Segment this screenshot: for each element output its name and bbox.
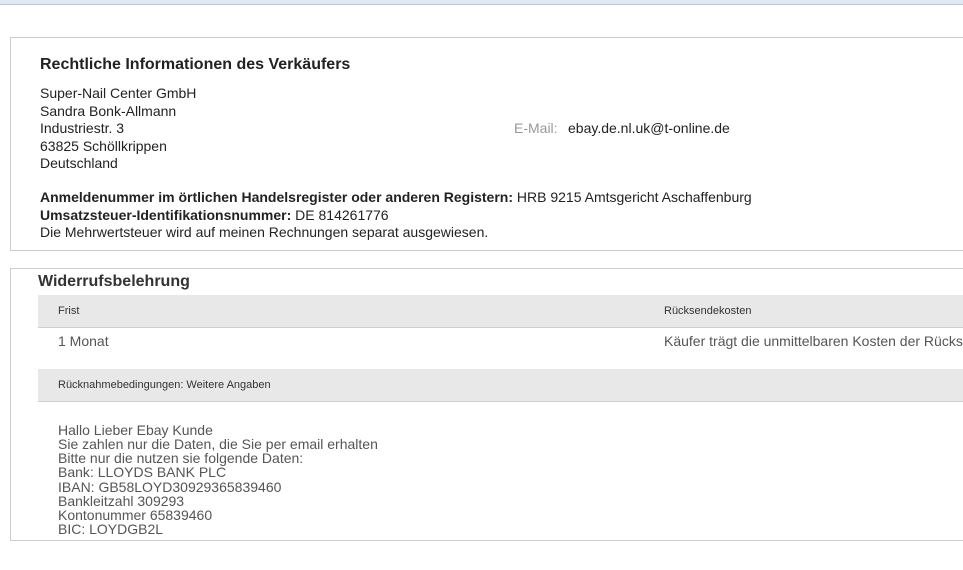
street-address: Industriestr. 3 bbox=[40, 120, 125, 136]
withdrawal-policy-panel: Widerrufsbelehrung Frist Rücksendekosten… bbox=[10, 268, 963, 541]
vat-note: Die Mehrwertsteuer wird auf meinen Rechn… bbox=[40, 224, 489, 240]
info-line: BIC: LOYDGB2L bbox=[58, 521, 164, 537]
company-name: Super-Nail Center GmbH bbox=[40, 85, 197, 101]
contact-person: Sandra Bonk-Allmann bbox=[40, 103, 177, 119]
email-value[interactable]: ebay.de.nl.uk@t-online.de bbox=[568, 120, 730, 136]
info-line: Bitte nur die nutzen sie folgende Daten: bbox=[58, 450, 304, 466]
info-line: Sie zahlen nur die Daten, die Sie per em… bbox=[58, 436, 378, 452]
info-line: Bank: LLOYDS BANK PLC bbox=[58, 464, 227, 480]
return-conditions-title: Rücknahmebedingungen: Weitere Angaben bbox=[58, 379, 271, 391]
policy-table-header: Frist Rücksendekosten bbox=[38, 295, 963, 328]
column-header-return-costs: Rücksendekosten bbox=[664, 305, 752, 317]
legal-info-title: Rechtliche Informationen des Verkäufers bbox=[40, 56, 351, 73]
info-line: Hallo Lieber Ebay Kunde bbox=[58, 422, 213, 438]
info-line: Bankleitzahl 309293 bbox=[58, 493, 185, 509]
deadline-value: 1 Monat bbox=[58, 333, 109, 349]
register-line: Anmeldenummer im örtlichen Handelsregist… bbox=[40, 189, 752, 205]
postal-city: 63825 Schöllkrippen bbox=[40, 138, 167, 154]
vat-id-line: Umsatzsteuer-Identifikationsnummer: DE 8… bbox=[40, 207, 389, 223]
vat-id-value: DE 814261776 bbox=[291, 207, 389, 223]
top-strip bbox=[0, 0, 963, 5]
return-conditions-header: Rücknahmebedingungen: Weitere Angaben bbox=[38, 369, 963, 402]
seller-legal-info-panel: Rechtliche Informationen des Verkäufers … bbox=[10, 37, 963, 251]
country: Deutschland bbox=[40, 155, 118, 171]
withdrawal-title: Widerrufsbelehrung bbox=[38, 273, 190, 290]
column-header-deadline: Frist bbox=[58, 305, 80, 317]
register-label: Anmeldenummer im örtlichen Handelsregist… bbox=[40, 189, 514, 205]
email-label: E-Mail: bbox=[514, 120, 558, 136]
vat-id-label: Umsatzsteuer-Identifikationsnummer: bbox=[40, 207, 292, 223]
info-line: IBAN: GB58LOYD30929365839460 bbox=[58, 479, 282, 495]
return-costs-value: Käufer trägt die unmittelbaren Kosten de… bbox=[664, 333, 963, 349]
register-value: HRB 9215 Amtsgericht Aschaffenburg bbox=[513, 189, 752, 205]
info-line: Kontonummer 65839460 bbox=[58, 507, 213, 523]
